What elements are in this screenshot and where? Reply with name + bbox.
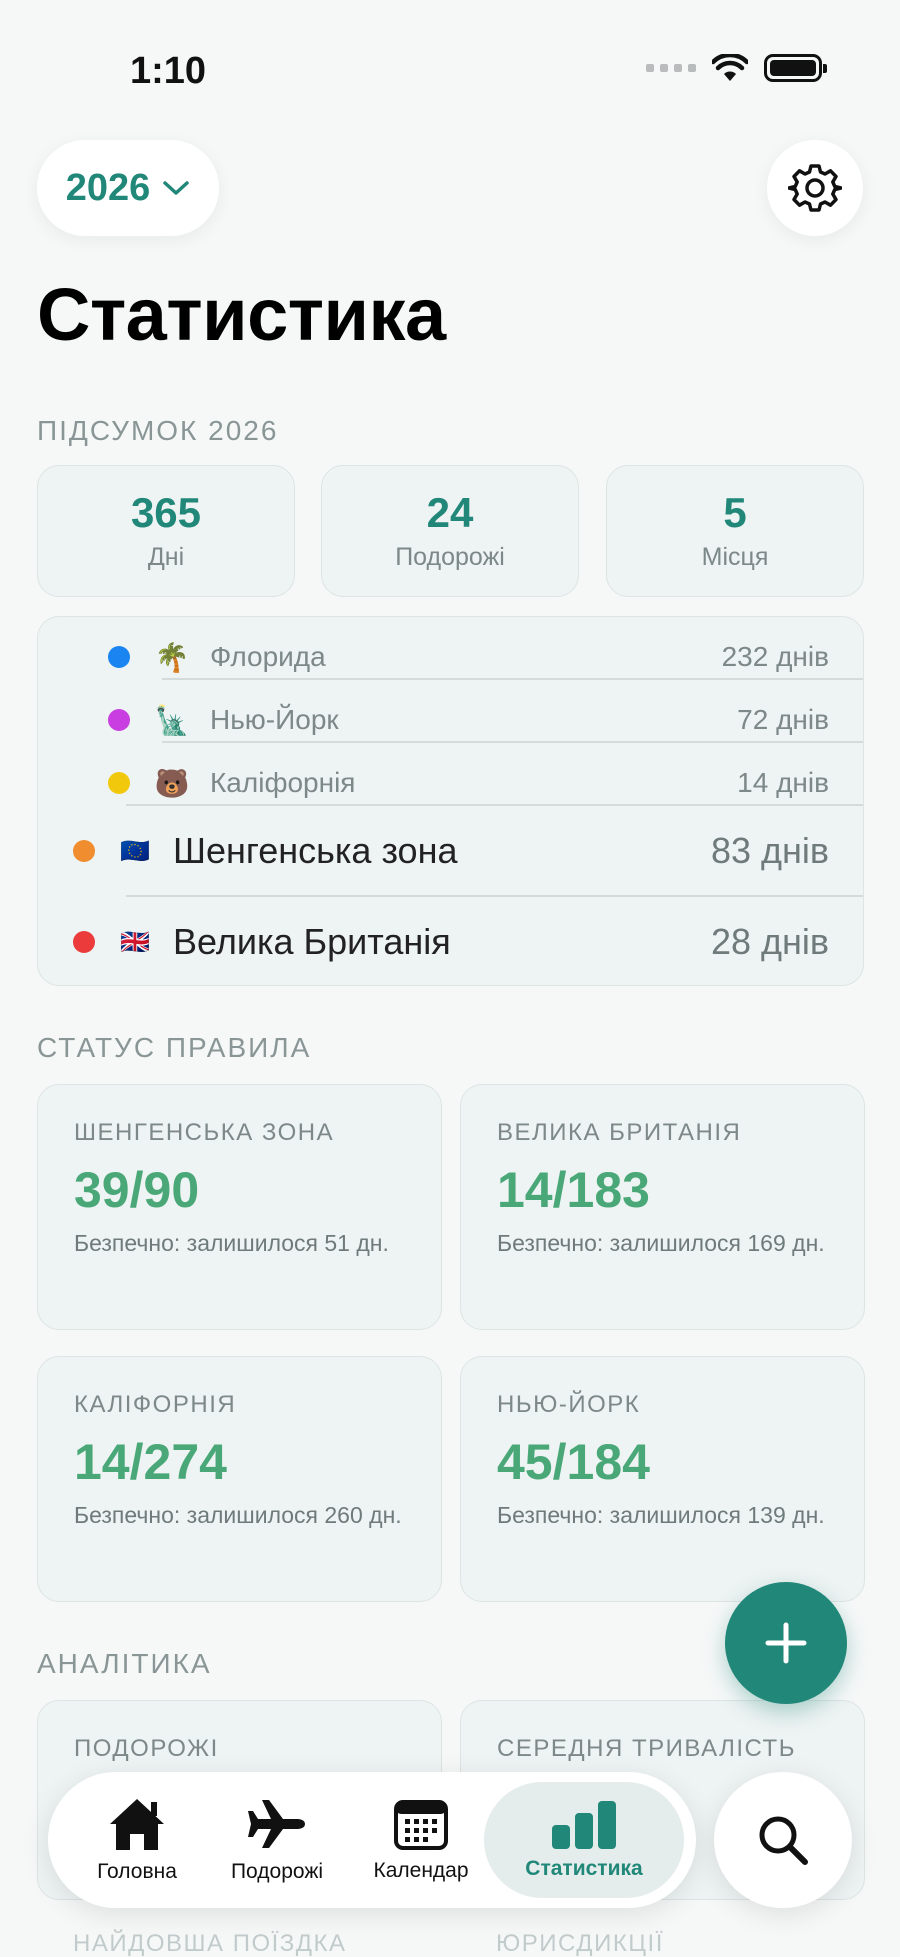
divider <box>162 678 863 680</box>
add-trip-button[interactable] <box>725 1582 847 1704</box>
place-days: 232 днів <box>721 641 829 672</box>
status-icons <box>646 54 827 82</box>
analytics-card-title: СЕРЕДНЯ ТРИВАЛІСТЬ <box>497 1735 796 1762</box>
tab-label: Календар <box>373 1859 469 1882</box>
place-days: 83 днів <box>710 830 829 871</box>
place-color-dot <box>73 840 95 862</box>
rule-value: 45/184 <box>497 1434 650 1490</box>
tab-trips[interactable]: Подорожі <box>216 1772 338 1908</box>
rule-subtitle: Безпечно: залишилося 169 дн. <box>497 1230 825 1256</box>
rule-subtitle: Безпечно: залишилося 260 дн. <box>74 1502 402 1528</box>
battery-icon <box>764 54 827 82</box>
rule-title: КАЛІФОРНІЯ <box>74 1391 237 1418</box>
tab-bar: Головна Подорожі Календар Статистика <box>48 1772 696 1908</box>
place-days: 72 днів <box>737 704 829 735</box>
eu-flag-icon: 🇪🇺 <box>120 837 150 865</box>
bar-chart-icon <box>552 1801 616 1849</box>
tab-calendar[interactable]: Календар <box>360 1772 482 1908</box>
summary-label: Подорожі <box>395 542 505 571</box>
place-color-dot <box>108 772 130 794</box>
status-time: 1:10 <box>130 50 207 92</box>
year-selector-button[interactable]: 2026 <box>37 140 219 236</box>
rule-card-new-york[interactable]: НЬЮ-ЙОРК 45/184 Безпечно: залишилося 139… <box>460 1356 865 1602</box>
summary-card-days: 365 Дні <box>37 465 295 597</box>
places-list: 🌴 Флорида 232 днів 🗽 Нью-Йорк 72 днів 🐻 … <box>37 616 864 986</box>
place-color-dot <box>108 646 130 668</box>
tab-label: Статистика <box>525 1857 643 1880</box>
summary-value: 5 <box>723 489 747 537</box>
bear-icon: 🐻 <box>154 767 190 799</box>
gear-icon <box>788 164 842 212</box>
settings-button[interactable] <box>767 140 863 236</box>
summary-card-trips: 24 Подорожі <box>321 465 579 597</box>
rule-title: НЬЮ-ЙОРК <box>497 1391 641 1418</box>
status-bar: 1:10 <box>0 0 900 140</box>
analytics-section-title: АНАЛІТИКА <box>37 1648 212 1679</box>
place-name: Нью-Йорк <box>210 704 339 735</box>
palm-tree-icon: 🌴 <box>154 641 190 673</box>
summary-value: 365 <box>130 489 202 537</box>
page-title: Статистика <box>37 273 446 356</box>
rule-value: 39/90 <box>74 1162 200 1218</box>
analytics-card-title: ПОДОРОЖІ <box>74 1735 219 1762</box>
uk-flag-icon: 🇬🇧 <box>120 928 150 956</box>
divider <box>126 895 863 897</box>
analytics-card-title-jurisdictions: ЮРИСДИКЦІЇ <box>496 1930 664 1957</box>
summary-section-title: ПІДСУМОК 2026 <box>37 415 279 446</box>
tab-label: Подорожі <box>230 1860 324 1883</box>
rule-value: 14/183 <box>497 1162 650 1218</box>
calendar-icon <box>394 1800 448 1850</box>
rule-title: ШЕНГЕНСЬКА ЗОНА <box>74 1119 335 1146</box>
place-name: Флорида <box>210 641 326 672</box>
chevron-down-icon <box>163 181 190 195</box>
place-row-uk[interactable]: 🇬🇧 Велика Британія 28 днів <box>38 902 863 982</box>
rule-subtitle: Безпечно: залишилося 139 дн. <box>497 1502 825 1528</box>
rule-card-schengen[interactable]: ШЕНГЕНСЬКА ЗОНА 39/90 Безпечно: залишило… <box>37 1084 442 1330</box>
home-icon <box>110 1799 164 1850</box>
tab-statistics[interactable]: Статистика <box>484 1782 684 1898</box>
year-selector-label: 2026 <box>65 166 151 209</box>
place-name: Каліфорнія <box>210 767 356 798</box>
tab-label: Головна <box>97 1860 177 1883</box>
cellular-signal-icon <box>646 64 696 72</box>
search-button[interactable] <box>714 1772 852 1908</box>
place-days: 28 днів <box>710 921 829 962</box>
summary-label: Дні <box>147 542 185 571</box>
rule-card-uk[interactable]: ВЕЛИКА БРИТАНІЯ 14/183 Безпечно: залишил… <box>460 1084 865 1330</box>
divider <box>162 741 863 743</box>
summary-value: 24 <box>426 489 474 537</box>
search-icon <box>759 1816 808 1865</box>
rules-section-title: СТАТУС ПРАВИЛА <box>37 1032 312 1063</box>
rule-subtitle: Безпечно: залишилося 51 дн. <box>74 1230 389 1256</box>
airplane-icon <box>248 1800 305 1848</box>
place-name: Велика Британія <box>173 921 451 962</box>
wifi-icon <box>712 54 748 81</box>
statue-of-liberty-icon: 🗽 <box>154 704 190 736</box>
place-days: 14 днів <box>737 767 829 798</box>
summary-card-places: 5 Місця <box>606 465 864 597</box>
rule-card-california[interactable]: КАЛІФОРНІЯ 14/274 Безпечно: залишилося 2… <box>37 1356 442 1602</box>
divider <box>126 804 863 806</box>
analytics-card-title-longest-trip: НАЙДОВША ПОЇЗДКА <box>73 1930 347 1957</box>
rule-value: 14/274 <box>74 1434 227 1490</box>
tab-home[interactable]: Головна <box>78 1772 196 1908</box>
rule-title: ВЕЛИКА БРИТАНІЯ <box>497 1119 742 1146</box>
plus-icon <box>765 1622 807 1664</box>
place-name: Шенгенська зона <box>173 830 458 871</box>
place-color-dot <box>73 931 95 953</box>
summary-label: Місця <box>701 542 769 571</box>
place-row-schengen[interactable]: 🇪🇺 Шенгенська зона 83 днів <box>38 811 863 891</box>
place-color-dot <box>108 709 130 731</box>
